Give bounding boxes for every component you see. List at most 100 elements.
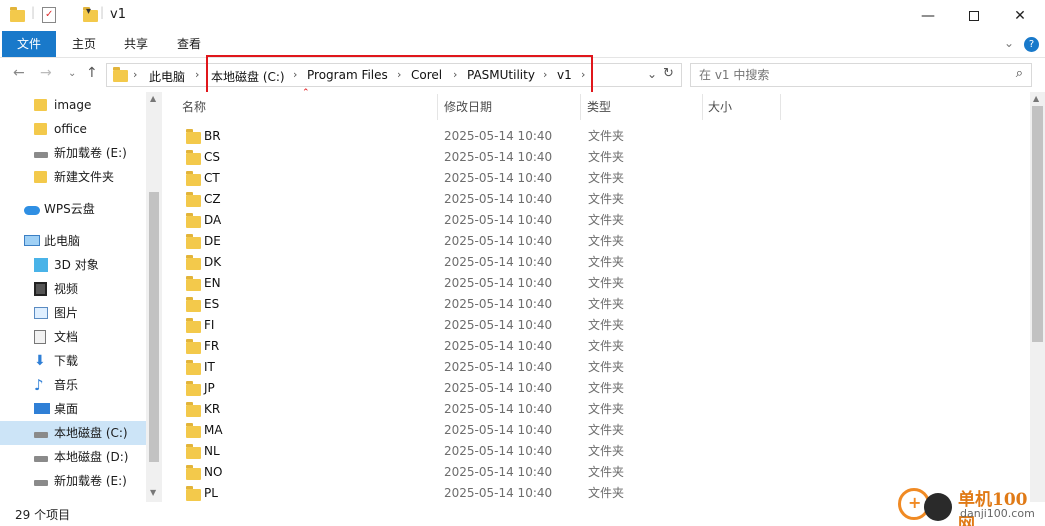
column-divider[interactable] xyxy=(702,94,703,120)
scroll-up-icon[interactable]: ▲ xyxy=(150,94,156,103)
tab-file[interactable]: 文件 xyxy=(2,31,56,57)
file-list-scrollbar[interactable]: ▲ xyxy=(1030,92,1045,502)
file-name: ES xyxy=(204,297,220,311)
breadcrumb-corel[interactable]: Corel xyxy=(411,68,442,82)
table-row[interactable]: CZ 2025-05-14 10:40 文件夹 xyxy=(178,189,818,210)
file-type: 文件夹 xyxy=(588,486,625,500)
column-divider[interactable] xyxy=(580,94,581,120)
properties-icon[interactable]: ✓ xyxy=(42,7,56,23)
table-row[interactable]: JP 2025-05-14 10:40 文件夹 xyxy=(178,378,818,399)
folder-icon xyxy=(186,192,201,207)
tab-home[interactable]: 主页 xyxy=(64,31,104,57)
drive-icon xyxy=(34,432,48,438)
nav-item[interactable]: 新建文件夹 xyxy=(0,165,146,189)
folder-icon xyxy=(34,123,47,135)
search-icon[interactable]: ⌕ xyxy=(1016,66,1023,81)
scroll-down-icon[interactable]: ▼ xyxy=(150,488,156,497)
scroll-up-icon[interactable]: ▲ xyxy=(1033,94,1039,103)
table-row[interactable]: FR 2025-05-14 10:40 文件夹 xyxy=(178,336,818,357)
nav-item-label: 3D 对象 xyxy=(54,258,99,272)
table-row[interactable]: IT 2025-05-14 10:40 文件夹 xyxy=(178,357,818,378)
column-header-size[interactable]: 大小 xyxy=(708,98,732,115)
forward-arrow-icon[interactable]: → xyxy=(40,65,52,81)
recent-locations-icon[interactable]: ⌄ xyxy=(68,68,76,79)
scroll-thumb[interactable] xyxy=(1032,106,1043,342)
nav-item[interactable]: 文档 xyxy=(0,325,146,349)
table-row[interactable]: MA 2025-05-14 10:40 文件夹 xyxy=(178,420,818,441)
modified-date: 2025-05-14 10:40 xyxy=(444,423,553,437)
table-row[interactable]: DE 2025-05-14 10:40 文件夹 xyxy=(178,231,818,252)
search-input[interactable] xyxy=(691,64,991,86)
column-header-name[interactable]: 名称 xyxy=(182,98,206,115)
column-header-type[interactable]: 类型 xyxy=(587,98,611,115)
table-row[interactable]: BR 2025-05-14 10:40 文件夹 xyxy=(178,126,818,147)
nav-item[interactable]: office xyxy=(0,117,146,141)
table-row[interactable]: DA 2025-05-14 10:40 文件夹 xyxy=(178,210,818,231)
close-button[interactable]: ✕ xyxy=(997,0,1043,31)
chevron-right-icon[interactable]: › xyxy=(293,68,297,81)
nav-item[interactable]: 本地磁盘 (D:) xyxy=(0,445,146,469)
tab-share[interactable]: 共享 xyxy=(116,31,156,57)
folder-icon xyxy=(186,129,201,144)
item-count: 29 个项目 xyxy=(15,508,71,522)
address-history-dropdown-icon[interactable]: ⌄ xyxy=(647,67,657,81)
table-row[interactable]: PL 2025-05-14 10:40 文件夹 xyxy=(178,483,818,502)
scroll-thumb[interactable] xyxy=(149,192,159,462)
table-row[interactable]: CS 2025-05-14 10:40 文件夹 xyxy=(178,147,818,168)
desktop-icon xyxy=(34,403,50,414)
table-row[interactable]: EN 2025-05-14 10:40 文件夹 xyxy=(178,273,818,294)
breadcrumb-pasmutility[interactable]: PASMUtility xyxy=(467,68,535,82)
table-row[interactable]: NO 2025-05-14 10:40 文件夹 xyxy=(178,462,818,483)
navigation-scrollbar[interactable]: ▲ ▼ xyxy=(146,92,162,502)
nav-item[interactable]: 此电脑 xyxy=(0,229,146,253)
breadcrumb-program-files[interactable]: Program Files xyxy=(307,68,388,82)
file-type: 文件夹 xyxy=(588,129,625,143)
table-row[interactable]: ES 2025-05-14 10:40 文件夹 xyxy=(178,294,818,315)
help-icon[interactable]: ? xyxy=(1024,37,1039,52)
tab-view[interactable]: 查看 xyxy=(169,31,209,57)
back-arrow-icon[interactable]: ← xyxy=(13,65,25,81)
minimize-button[interactable]: — xyxy=(905,0,951,31)
chevron-right-icon[interactable]: › xyxy=(453,68,457,81)
nav-item[interactable]: ⬇ 下载 xyxy=(0,349,146,373)
navigation-pane: image office 新加载卷 (E:) 新建文件夹 WPS云盘 此电脑 3D 对象 视频… xyxy=(0,92,162,502)
nav-item[interactable]: 本地磁盘 (C:) xyxy=(0,421,146,445)
refresh-icon[interactable]: ↻ xyxy=(663,66,674,81)
breadcrumb-this-pc[interactable]: 此电脑 xyxy=(149,68,185,85)
maximize-button[interactable] xyxy=(951,0,997,31)
nav-item[interactable]: ♪ 音乐 xyxy=(0,373,146,397)
breadcrumb-v1[interactable]: v1 xyxy=(557,68,572,82)
table-row[interactable]: KR 2025-05-14 10:40 文件夹 xyxy=(178,399,818,420)
modified-date: 2025-05-14 10:40 xyxy=(444,444,553,458)
chevron-right-icon[interactable]: › xyxy=(543,68,547,81)
nav-item[interactable]: 新加载卷 (E:) xyxy=(0,141,146,165)
table-row[interactable]: DK 2025-05-14 10:40 文件夹 xyxy=(178,252,818,273)
breadcrumb-local-disk-c[interactable]: 本地磁盘 (C:) xyxy=(211,68,285,85)
folder-icon xyxy=(186,171,201,186)
nav-item[interactable]: 桌面 xyxy=(0,397,146,421)
chevron-right-icon[interactable]: › xyxy=(195,68,199,81)
document-icon xyxy=(34,330,46,344)
file-type: 文件夹 xyxy=(588,465,625,479)
nav-item[interactable]: 3D 对象 xyxy=(0,253,146,277)
chevron-right-icon[interactable]: › xyxy=(397,68,401,81)
customize-toolbar-icon[interactable]: ▾ xyxy=(86,6,91,24)
ribbon-expand-icon[interactable]: ⌄ xyxy=(1004,36,1014,50)
column-divider[interactable] xyxy=(780,94,781,120)
nav-item[interactable]: 视频 xyxy=(0,277,146,301)
nav-item[interactable]: 图片 xyxy=(0,301,146,325)
table-row[interactable]: NL 2025-05-14 10:40 文件夹 xyxy=(178,441,818,462)
table-row[interactable]: FI 2025-05-14 10:40 文件夹 xyxy=(178,315,818,336)
column-divider[interactable] xyxy=(437,94,438,120)
nav-item[interactable]: WPS云盘 xyxy=(0,197,146,221)
chevron-right-icon[interactable]: › xyxy=(581,68,585,81)
chevron-right-icon[interactable]: › xyxy=(133,68,137,81)
modified-date: 2025-05-14 10:40 xyxy=(444,465,553,479)
nav-item[interactable]: 新加载卷 (E:) xyxy=(0,469,146,493)
nav-item[interactable]: image xyxy=(0,93,146,117)
address-bar[interactable]: › 此电脑 › 本地磁盘 (C:) › Program Files › Core… xyxy=(106,63,682,87)
table-row[interactable]: CT 2025-05-14 10:40 文件夹 xyxy=(178,168,818,189)
column-header-date[interactable]: 修改日期 xyxy=(444,98,492,115)
folder-icon xyxy=(186,402,201,417)
up-arrow-icon[interactable]: ↑ xyxy=(86,65,98,81)
